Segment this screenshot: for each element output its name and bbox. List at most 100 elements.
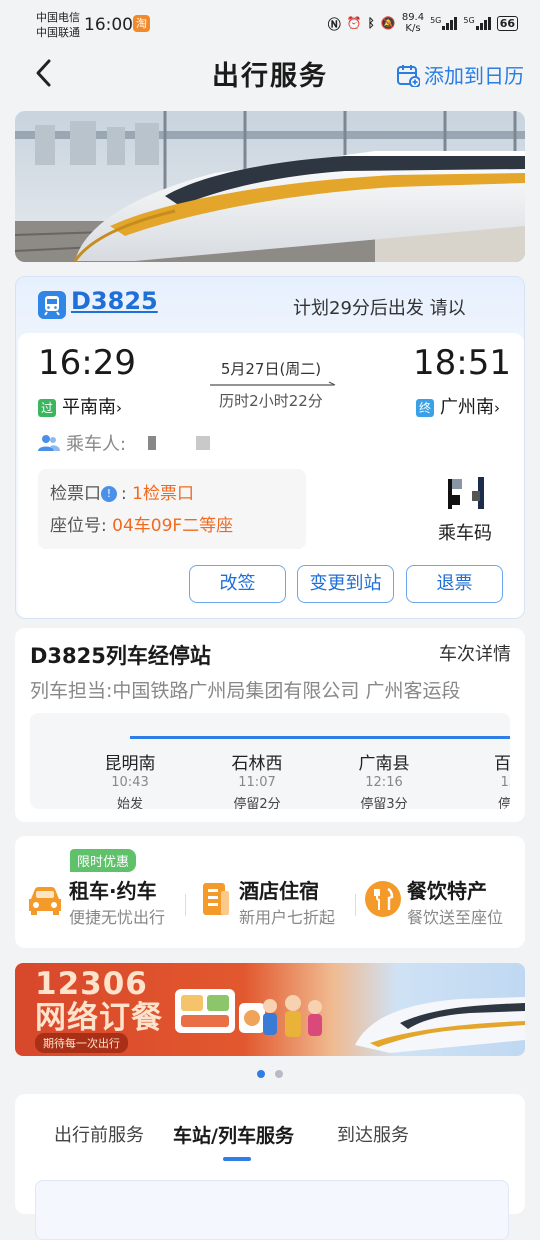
divider xyxy=(355,894,356,916)
bluetooth-icon: ᛒ xyxy=(367,16,375,30)
signal-1-label: 5G xyxy=(430,16,442,25)
stop-name: 石林西 xyxy=(231,754,283,774)
arrow-icon xyxy=(210,381,336,386)
signal-icon: 5G xyxy=(430,16,458,30)
passengers-icon xyxy=(38,435,60,451)
arrive-tag: 终 xyxy=(416,399,434,417)
food-order-banner[interactable]: 12306 网络订餐 期待每一次出行 xyxy=(15,963,525,1056)
stops-card: D3825列车经停站 车次详情 列车担当:中国铁路广州局集团有限公司 广州客运段… xyxy=(15,628,525,822)
passenger-name-redacted xyxy=(196,436,211,450)
train-hero-image xyxy=(15,111,525,262)
seat-label: 座位号: xyxy=(50,516,107,536)
carrier-2: 中国联通 xyxy=(36,26,80,39)
net-speed: 89.4 K/s xyxy=(402,12,424,34)
gate-row: 检票口!: 1检票口 xyxy=(50,479,194,504)
banner-title: 12306 网络订餐 xyxy=(35,967,163,1035)
dining-icon xyxy=(365,881,401,917)
travel-duration: 历时2小时22分 xyxy=(219,392,323,410)
status-bar: 中国电信 中国联通 16:00 淘 Ⓝ ⏰ ᛒ 🔕 89.4 K/s 5G 5G… xyxy=(0,0,540,48)
service-hotel[interactable]: 酒店住宿 新用户七折起 xyxy=(195,873,355,927)
stops-list[interactable]: 昆明南 10:43 始发 石林西 11:07 停留2分 广南县 12:16 停留… xyxy=(30,713,510,809)
stop-name: 百色 xyxy=(494,754,510,774)
stop-time: 11:07 xyxy=(238,775,276,790)
add-to-calendar-button[interactable]: 添加到日历 xyxy=(396,60,524,89)
promo-badge: 限时优惠 xyxy=(70,849,137,872)
train-operator: 列车担当:中国铁路广州局集团有限公司 广州客运段 xyxy=(30,680,461,702)
passenger-label: 乘车人: xyxy=(66,434,127,455)
seat-value: 04车09F二等座 xyxy=(112,516,234,536)
arrive-station-link[interactable]: 终广州南› xyxy=(416,393,500,419)
service-subtitle: 新用户七折起 xyxy=(239,908,336,927)
stops-title: D3825列车经停站 xyxy=(30,644,211,668)
carrier-info: 中国电信 中国联通 xyxy=(36,10,80,40)
change-ticket-button[interactable]: 改签 xyxy=(189,565,286,603)
taxi-icon xyxy=(29,887,61,915)
active-tab-indicator xyxy=(223,1157,251,1161)
stop-item: 广南县 12:16 停留3分 xyxy=(329,749,439,809)
tab-panel xyxy=(35,1180,509,1240)
carousel-indicator xyxy=(0,1063,540,1082)
depart-tag: 过 xyxy=(38,399,56,417)
signal-2-label: 5G xyxy=(463,16,475,25)
stop-time: 12:16 xyxy=(365,775,403,790)
change-destination-button[interactable]: 变更到站 xyxy=(297,565,394,603)
travel-date: 5月27日(周二) xyxy=(220,360,322,378)
tab-arrival[interactable]: 到达服务 xyxy=(337,1121,409,1147)
banner-line-1: 12306 xyxy=(35,966,148,1002)
arrive-time: 18:51 xyxy=(413,343,511,383)
nfc-icon: Ⓝ xyxy=(327,17,341,33)
status-icons: Ⓝ ⏰ ᛒ 🔕 89.4 K/s 5G 5G 66 xyxy=(328,12,518,34)
service-dining[interactable]: 餐饮特产 餐饮送至座位 xyxy=(363,873,525,927)
depart-station: 平南南 xyxy=(62,397,116,418)
info-icon[interactable]: ! xyxy=(101,486,117,502)
train-icon xyxy=(38,291,66,319)
service-car-rental[interactable]: 租车·约车 便捷无忧出行 xyxy=(25,873,185,927)
taobao-icon: 淘 xyxy=(133,15,150,32)
ticket-card: D3825 计划29分后出发 请以 16:29 5月27日(周二) 历时2小时2… xyxy=(15,276,525,619)
route-line xyxy=(130,736,510,739)
tab-pre-trip[interactable]: 出行前服务 xyxy=(54,1121,144,1147)
carrier-1: 中国电信 xyxy=(36,11,80,24)
stop-time: 13: xyxy=(500,775,510,790)
seat-row: 座位号: 04车09F二等座 xyxy=(50,511,233,536)
train-illustration xyxy=(355,997,525,1053)
ride-code-qr[interactable] xyxy=(438,473,494,517)
add-to-calendar-label: 添加到日历 xyxy=(424,64,524,88)
departure-notice: 计划29分后出发 请以 xyxy=(293,298,466,318)
gate-colon: : xyxy=(121,484,127,504)
chevron-right-icon: › xyxy=(494,399,500,417)
carousel-dot-active[interactable] xyxy=(257,1070,265,1078)
divider xyxy=(185,894,186,916)
refund-button[interactable]: 退票 xyxy=(406,565,503,603)
gate-value: 1检票口 xyxy=(132,484,194,504)
stop-stay: 始发 xyxy=(116,797,143,809)
services-card: 限时优惠 租车·约车 便捷无忧出行 酒店住宿 新用户七折起 餐饮特产 餐饮送至座… xyxy=(15,836,525,948)
hotel-icon xyxy=(203,883,229,915)
signal-icon: 5G xyxy=(463,16,491,30)
stop-item: 昆明南 10:43 始发 xyxy=(75,749,185,809)
mute-icon: 🔕 xyxy=(380,16,396,30)
train-number-link[interactable]: D3825 xyxy=(71,287,158,315)
stop-item: 石林西 11:07 停留2分 xyxy=(202,749,312,809)
depart-station-link[interactable]: 过平南南› xyxy=(38,393,122,419)
gate-seat-box: 检票口!: 1检票口 座位号: 04车09F二等座 xyxy=(38,469,306,549)
nav-bar: 出行服务 添加到日历 xyxy=(0,48,540,102)
battery-icon: 66 xyxy=(496,15,518,31)
service-tabs-card: 出行前服务 车站/列车服务 到达服务 xyxy=(15,1094,525,1240)
service-title: 餐饮特产 xyxy=(407,879,487,903)
stop-name: 广南县 xyxy=(358,754,410,774)
alarm-icon: ⏰ xyxy=(346,16,362,30)
people-illustration xyxy=(263,995,322,1037)
train-details-link[interactable]: 车次详情 xyxy=(439,640,511,666)
passenger-name-redacted xyxy=(148,436,157,450)
service-subtitle: 便捷无忧出行 xyxy=(69,908,166,927)
ride-code-label: 乘车码 xyxy=(438,523,492,544)
carousel-dot[interactable] xyxy=(275,1070,283,1078)
status-time: 16:00 xyxy=(84,15,133,35)
banner-line-2: 网络订餐 xyxy=(35,1000,163,1036)
service-title: 租车·约车 xyxy=(69,879,157,903)
ticket-header: D3825 计划29分后出发 请以 xyxy=(16,277,526,333)
tab-station-train[interactable]: 车站/列车服务 xyxy=(173,1121,294,1148)
service-subtitle: 餐饮送至座位 xyxy=(407,908,504,927)
service-title: 酒店住宿 xyxy=(239,879,319,903)
